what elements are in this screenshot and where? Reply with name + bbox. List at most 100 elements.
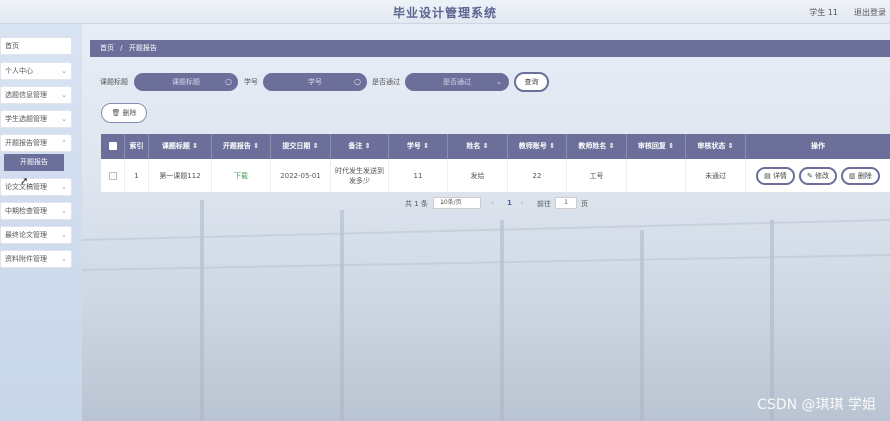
mouse-cursor-icon: ➚ [20,176,29,187]
search-icon: ○ [225,77,232,86]
row-checkbox[interactable] [108,171,117,180]
sidebar-item-label: 个人中心 [5,67,33,75]
header-date[interactable]: 提交日期 ⇕ [271,134,331,159]
sidebar-item-label: 资料附件管理 [5,255,47,263]
batch-delete-label: 删除 [122,109,137,117]
detail-button[interactable]: ▤ 详情 [756,166,795,185]
sidebar-item-student-topic[interactable]: 学生选题管理 ⌄ [0,110,72,128]
studentno-search-label: 学号 [244,78,258,86]
chevron-down-icon: ⌄ [61,67,67,75]
trash-icon: 🗑 [111,109,121,117]
logout-link[interactable]: 退出登录 [854,7,886,18]
sidebar-item-final-thesis[interactable]: 最终论文管理 ⌄ [0,226,72,244]
breadcrumb: 首页 / 开题报告 [90,40,890,57]
next-page-icon[interactable]: › [521,199,524,207]
detail-button-label: 详情 [772,171,787,180]
breadcrumb-current: 开题报告 [128,44,157,52]
pencil-icon: ✎ [806,171,813,180]
title-search-input[interactable]: 课题标题 ○ [134,73,238,91]
sidebar-item-label: 中期检查管理 [5,207,47,215]
chevron-down-icon: ⌄ [61,91,67,99]
sidebar-subitem-opening-report[interactable]: 开题报告 [4,154,64,171]
breadcrumb-separator: / [120,44,123,52]
top-bar: 毕业设计管理系统 学生 11 退出登录 [0,0,890,24]
sidebar-item-label: 选题信息管理 [5,91,47,99]
cell-teacher-account: 22 [508,159,567,192]
delete-button[interactable]: ▥ 删除 [841,166,880,185]
header-teacher-account[interactable]: 教师账号 ⇕ [508,134,567,159]
title-search-placeholder: 课题标题 [172,78,200,86]
trash-icon: ▥ [849,171,856,180]
sidebar-item-home[interactable]: 首页 [0,37,72,55]
sidebar-item-label: 最终论文管理 [5,231,47,239]
cell-name: 发给 [448,159,508,192]
sidebar-item-midterm-check[interactable]: 中期检查管理 ⌄ [0,202,72,220]
chevron-down-icon: ⌄ [61,207,67,215]
search-form: 课题标题 课题标题 ○ 学号 学号 ○ 是否通过 是否通过 ⌄ 查询 [90,72,890,92]
cell-date: 2022-05-01 [271,159,331,192]
cell-title: 第一课题112 [149,159,212,192]
cell-note: 时代发生发送到发多少 [331,159,389,192]
query-button[interactable]: 查询 [514,72,549,92]
header-student-no[interactable]: 学号 ⇕ [389,134,448,159]
cell-reply [627,159,686,192]
goto-label: 前往 [537,200,551,208]
header-report[interactable]: 开题报告 ⇕ [212,134,271,159]
sidebar-item-label: 开题报告管理 [5,139,47,147]
header-teacher-name[interactable]: 教师姓名 ⇕ [567,134,627,159]
chevron-down-icon: ⌄ [61,231,67,239]
app-title: 毕业设计管理系统 [392,6,497,20]
batch-delete-button[interactable]: 🗑 删除 [101,103,147,123]
chevron-down-icon: ⌄ [440,199,446,206]
current-user: 学生 11 [809,8,838,17]
header-actions: 操作 [746,134,890,159]
studentno-search-input[interactable]: 学号 ○ [263,73,367,91]
sidebar: 首页 个人中心 ⌄ 选题信息管理 ⌄ 学生选题管理 ⌄ 开题报告管理 ⌃ 开题报告 论文… [0,24,82,421]
table-header: 索引 课题标题 ⇕ 开题报告 ⇕ 提交日期 ⇕ 备注 ⇕ 学号 ⇕ 姓名 ⇕ 教… [101,134,890,159]
page-unit-label: 页 [581,200,588,208]
select-all-checkbox-cell[interactable] [101,134,125,159]
goto-page-input[interactable]: 1 [555,197,577,209]
cell-index: 1 [125,159,149,192]
header-title[interactable]: 课题标题 ⇕ [149,134,212,159]
select-all-checkbox[interactable] [108,142,117,150]
chevron-down-icon: ⌄ [61,255,67,263]
edit-button-label: 修改 [815,171,830,180]
page-size-select[interactable]: 10条/页 ⌄ [433,197,481,209]
delete-button-label: 删除 [857,171,872,180]
chevron-down-icon: ⌄ [61,183,67,191]
sidebar-item-topic-info[interactable]: 选题信息管理 ⌄ [0,86,72,104]
cell-student-no: 11 [389,159,448,192]
edit-button[interactable]: ✎ 修改 [798,166,838,185]
chevron-up-icon: ⌃ [61,139,67,147]
chevron-down-icon: ⌄ [496,78,502,86]
cell-status: 未通过 [686,159,746,192]
passed-select[interactable]: 是否通过 ⌄ [405,73,509,91]
pager-total: 共 1 条 [405,200,428,208]
header-note[interactable]: 备注 ⇕ [331,134,389,159]
header-name[interactable]: 姓名 ⇕ [448,134,508,159]
row-checkbox-cell[interactable] [101,159,125,192]
prev-page-icon[interactable]: ‹ [491,199,494,207]
cell-report-download-link[interactable]: 下载 [212,159,271,192]
passed-select-label: 是否通过 [372,78,400,86]
passed-select-placeholder: 是否通过 [443,78,471,86]
search-icon: ○ [354,77,361,86]
sidebar-item-thesis-draft[interactable]: 论文文稿管理 ⌄ [0,178,72,196]
sidebar-item-label: 学生选题管理 [5,115,47,123]
table-row: 1 第一课题112 下载 2022-05-01 时代发生发送到发多少 11 发给… [101,159,890,192]
studentno-search-placeholder: 学号 [308,78,322,86]
title-search-label: 课题标题 [100,78,128,86]
header-status[interactable]: 审核状态 ⇕ [686,134,746,159]
cell-teacher-name: 工号 [567,159,627,192]
sidebar-item-opening-report[interactable]: 开题报告管理 ⌃ [0,134,72,152]
chevron-down-icon: ⌄ [61,115,67,123]
header-reply[interactable]: 审核回复 ⇕ [627,134,686,159]
sidebar-item-attachments[interactable]: 资料附件管理 ⌄ [0,250,72,268]
document-icon: ▤ [764,171,771,180]
cell-actions: ▤ 详情 ✎ 修改 ▥ 删除 [746,159,890,192]
current-page-number[interactable]: 1 [507,199,512,207]
breadcrumb-home[interactable]: 首页 [100,44,114,52]
sidebar-item-personal-center[interactable]: 个人中心 ⌄ [0,62,72,80]
background-fence-decoration [82,200,890,421]
